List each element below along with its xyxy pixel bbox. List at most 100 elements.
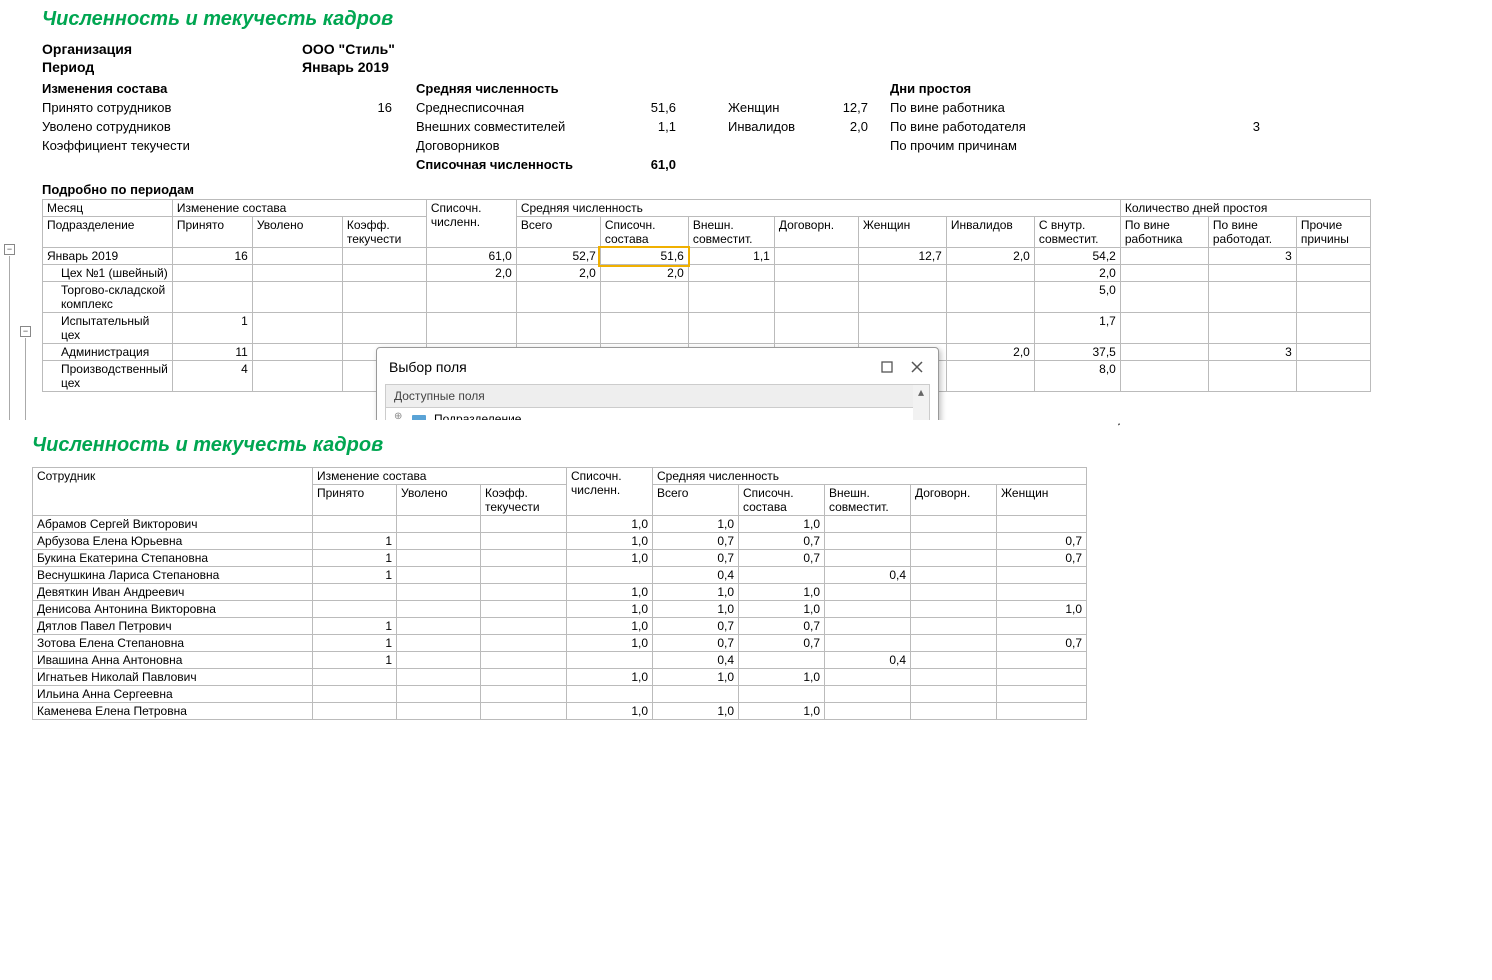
row-value-cell: 2,0 (426, 265, 516, 282)
table-row[interactable]: Ивашина Анна Антоновна10,40,4 (33, 652, 1087, 669)
table-row[interactable]: Букина Екатерина Степановна11,00,70,70,7 (33, 550, 1087, 567)
row-value-cell (1296, 248, 1370, 265)
row-value-cell: 1,0 (567, 669, 653, 686)
row-value-cell: 52,7 (516, 248, 600, 265)
row-value-cell (1120, 361, 1208, 392)
row-value-cell: 1 (313, 550, 397, 567)
row-value-cell: 3 (1208, 344, 1296, 361)
row-value-cell (397, 669, 481, 686)
row-value-cell: 1,0 (567, 584, 653, 601)
hdr-month: Месяц (43, 200, 173, 217)
row-value-cell: 0,4 (653, 567, 739, 584)
row-value-cell (481, 686, 567, 703)
row-value-cell: 1,0 (567, 516, 653, 533)
table-row[interactable]: Торгово-складской комплекс5,0 (43, 282, 1371, 313)
row-value-cell (739, 686, 825, 703)
row-value-cell: 1,0 (739, 516, 825, 533)
inv-label: Инвалидов (728, 119, 828, 134)
table-row[interactable]: Денисова Антонина Викторовна1,01,01,01,0 (33, 601, 1087, 618)
table-row[interactable]: Цех №1 (швейный)2,02,02,02,0 (43, 265, 1371, 282)
hdr-coef: Коэфф. текучести (342, 217, 426, 248)
table-row[interactable]: Абрамов Сергей Викторович1,01,01,0 (33, 516, 1087, 533)
women-label: Женщин (728, 100, 828, 115)
row-value-cell (911, 533, 997, 550)
table-row[interactable]: Испытательный цех11,7 (43, 313, 1371, 344)
table-row[interactable]: Арбузова Елена Юрьевна11,00,70,70,7 (33, 533, 1087, 550)
row-value-cell (825, 635, 911, 652)
row-value-cell (858, 282, 946, 313)
row-name-cell: Цех №1 (швейный) (43, 265, 173, 282)
row-value-cell (911, 635, 997, 652)
row-value-cell (774, 282, 858, 313)
row-value-cell (911, 567, 997, 584)
row-value-cell (911, 516, 997, 533)
row-value-cell (1296, 361, 1370, 392)
row-value-cell (481, 567, 567, 584)
row-value-cell (397, 567, 481, 584)
table-row[interactable]: Игнатьев Николай Павлович1,01,01,0 (33, 669, 1087, 686)
tree-collapse-row-icon[interactable]: − (20, 326, 31, 337)
row-value-cell: 1,0 (653, 669, 739, 686)
table-row[interactable]: Зотова Елена Степановна11,00,70,70,7 (33, 635, 1087, 652)
row-value-cell (397, 516, 481, 533)
row-value-cell (481, 618, 567, 635)
row-name-cell: Веснушкина Лариса Степановна (33, 567, 313, 584)
row-value-cell: 3 (1208, 248, 1296, 265)
row-value-cell (825, 601, 911, 618)
row-value-cell: 0,7 (653, 618, 739, 635)
avg-lst-label: Списочная численность (416, 157, 626, 172)
row-value-cell (774, 265, 858, 282)
row-value-cell: 2,0 (1034, 265, 1120, 282)
table-subheader-row: Подразделение Принято Уволено Коэфф. тек… (43, 217, 1371, 248)
row-name-cell: Испытательный цех (43, 313, 173, 344)
row-value-cell: 51,6 (600, 248, 688, 265)
maximize-icon[interactable] (878, 358, 896, 376)
row-value-cell: 0,7 (997, 533, 1087, 550)
row-value-cell (481, 635, 567, 652)
row-value-cell (911, 550, 997, 567)
dialog-title: Выбор поля (389, 359, 866, 375)
table-row[interactable]: Январь 20191661,052,751,61,112,72,054,23 (43, 248, 1371, 265)
row-value-cell: 1,0 (997, 601, 1087, 618)
table-row[interactable]: Ильина Анна Сергеевна (33, 686, 1087, 703)
sec-avg-title: Средняя численность (416, 81, 716, 96)
row-value-cell: 1 (313, 567, 397, 584)
idle-b-value: 3 (1220, 119, 1260, 134)
row-name-cell: Производственный цех (43, 361, 173, 392)
inv-value: 2,0 (828, 119, 868, 134)
row-value-cell (342, 248, 426, 265)
row-value-cell (911, 601, 997, 618)
row-value-cell (825, 618, 911, 635)
row-value-cell: 1,0 (653, 601, 739, 618)
row-value-cell (911, 584, 997, 601)
row-value-cell: 54,2 (1034, 248, 1120, 265)
row-value-cell: 1,0 (739, 669, 825, 686)
row-value-cell: 2,0 (946, 344, 1034, 361)
row-value-cell (481, 669, 567, 686)
tree-collapse-icon[interactable]: − (4, 244, 15, 255)
row-value-cell (481, 550, 567, 567)
row-value-cell (688, 282, 774, 313)
table-row[interactable]: Веснушкина Лариса Степановна10,40,4 (33, 567, 1087, 584)
row-value-cell (997, 584, 1087, 601)
hdr-idw: По вине работника (1120, 217, 1208, 248)
row-name-cell: Зотова Елена Степановна (33, 635, 313, 652)
row-value-cell (397, 601, 481, 618)
table-row[interactable]: Дятлов Павел Петрович11,00,70,7 (33, 618, 1087, 635)
idle-b-label: По вине работодателя (890, 119, 1220, 134)
hdr-ido: Прочие причины (1296, 217, 1370, 248)
avg-a-label: Среднесписочная (416, 100, 626, 115)
row-name-cell: Букина Екатерина Степановна (33, 550, 313, 567)
row-value-cell (172, 282, 252, 313)
row-value-cell (397, 686, 481, 703)
close-icon[interactable] (908, 358, 926, 376)
table-row[interactable]: Девяткин Иван Андреевич1,01,01,0 (33, 584, 1087, 601)
row-value-cell: 1 (313, 652, 397, 669)
row-value-cell: 1 (172, 313, 252, 344)
avg-c-label: Договорников (416, 138, 626, 153)
row-value-cell (1208, 282, 1296, 313)
scroll-up-icon[interactable]: ▴ (913, 385, 929, 399)
table-row[interactable]: Каменева Елена Петровна1,01,01,0 (33, 703, 1087, 720)
row-name-cell: Девяткин Иван Андреевич (33, 584, 313, 601)
hdr-avg: Средняя численность (516, 200, 1120, 217)
